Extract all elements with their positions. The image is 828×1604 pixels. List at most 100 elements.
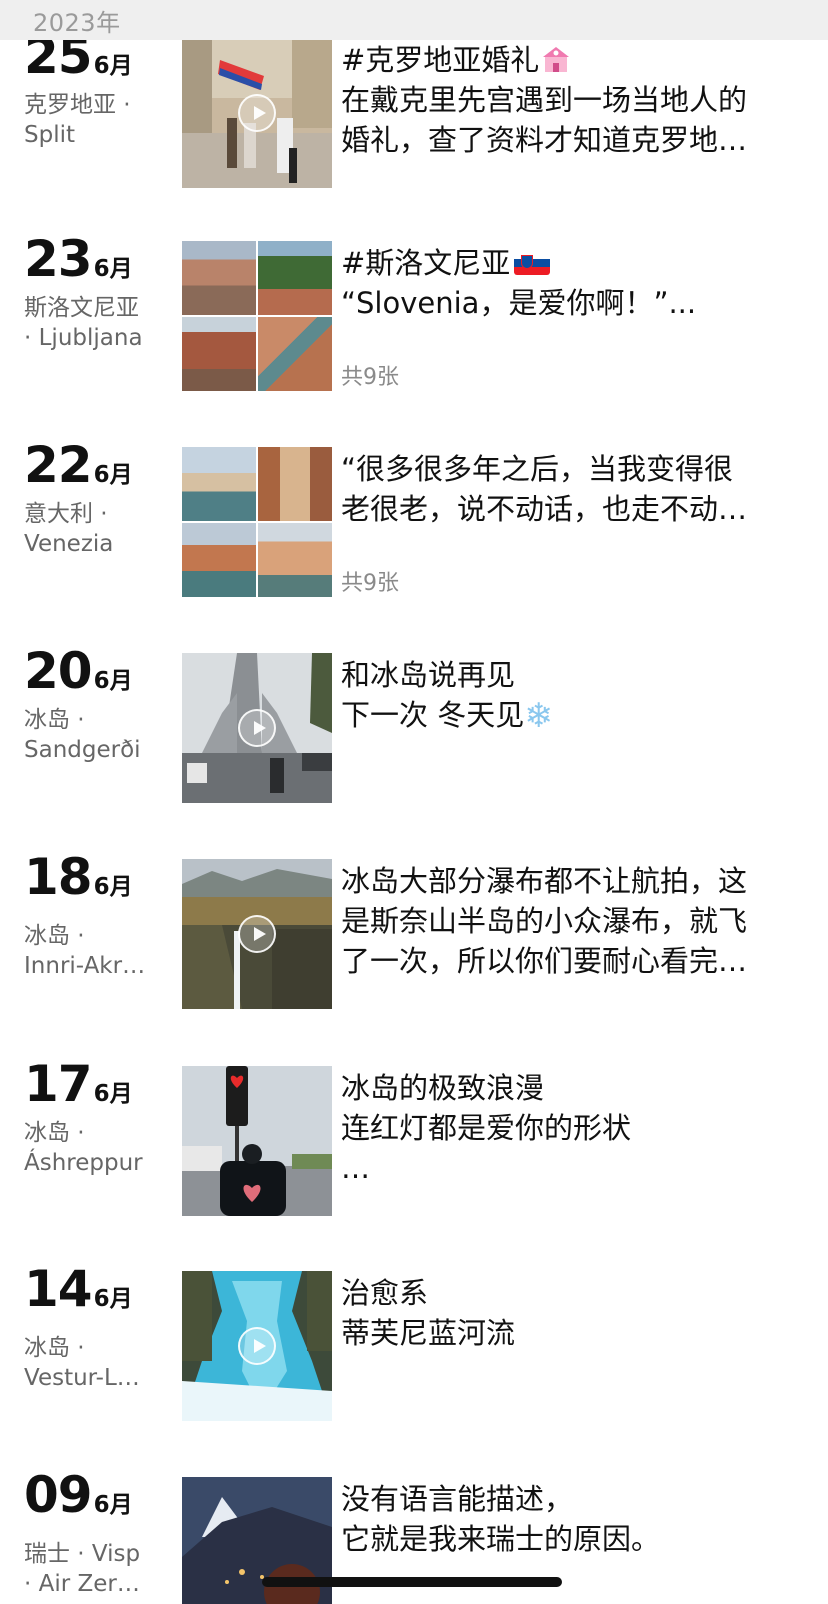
post-text: 治愈系 蒂芙尼蓝河流 <box>341 1273 801 1353</box>
location-line: Innri-Akr… <box>24 953 146 979</box>
post-item[interactable]: 256月 克罗地亚 · Split #克罗地亚婚礼 在戴克里先宫遇到一场当地人的… <box>0 27 828 188</box>
video-thumbnail[interactable] <box>182 38 332 188</box>
play-icon <box>238 94 276 132</box>
post-text: “很多很多年之后，当我变得很 老很老，说不动话，也走不动… <box>341 449 801 529</box>
post-month: 6月 <box>93 1081 133 1107</box>
year-header: 2023年 <box>0 0 828 40</box>
post-month: 6月 <box>93 462 133 488</box>
post-item[interactable]: 146月 冰岛 · Vestur-L… 治愈系 蒂芙尼蓝河流 <box>0 1260 828 1421</box>
post-item[interactable]: 206月 冰岛 · Sandgerði 和冰岛说再见 下一次 冬天见❄ <box>0 642 828 803</box>
text-line: 冰岛的极致浪漫 <box>341 1071 545 1105</box>
post-text: #斯洛文尼亚 “Slovenia，是爱你啊！”... <box>341 243 801 323</box>
text-line: 了一次，所以你们要耐心看完… <box>341 944 748 978</box>
text-line: 它就是我来瑞士的原因。 <box>341 1522 661 1556</box>
post-item[interactable]: 236月 斯洛文尼亚 · Ljubljana #斯洛文尼亚 “Slovenia，… <box>0 230 828 391</box>
photo-cell <box>258 523 332 597</box>
post-month: 6月 <box>93 256 133 282</box>
photo-cell <box>182 523 256 597</box>
text-line: 连红灯都是爱你的形状 <box>341 1111 632 1145</box>
post-date: 096月 <box>24 1465 133 1525</box>
photo-grid-thumbnail[interactable] <box>182 447 332 597</box>
video-thumbnail[interactable] <box>182 859 332 1009</box>
text-line: 治愈系 <box>341 1276 429 1310</box>
video-thumbnail[interactable] <box>182 653 332 803</box>
location-line: 冰岛 · <box>24 1335 85 1361</box>
text-line: … <box>341 1151 370 1185</box>
post-date: 176月 <box>24 1054 133 1114</box>
play-icon <box>238 709 276 747</box>
text-line: 在戴克里先宫遇到一场当地人的 <box>341 83 748 117</box>
snowflake-icon: ❄ <box>524 696 553 736</box>
location-line: Venezia <box>24 531 114 557</box>
post-location: 冰岛 · Vestur-L… <box>24 1333 164 1393</box>
location-line: · Ljubljana <box>24 325 143 351</box>
post-text: #克罗地亚婚礼 在戴克里先宫遇到一场当地人的 婚礼，查了资料才知道克罗地… <box>341 40 801 160</box>
post-location: 克罗地亚 · Split <box>24 90 164 150</box>
post-location: 瑞士 · Visp · Air Zer… <box>24 1539 164 1599</box>
location-line: 冰岛 · <box>24 1120 85 1146</box>
location-line: 冰岛 · <box>24 923 85 949</box>
text-line: “Slovenia，是爱你啊！”... <box>341 286 697 320</box>
post-item[interactable]: 226月 意大利 · Venezia “很多很多年之后，当我变得很 老很老，说不… <box>0 436 828 597</box>
text-line: 蒂芙尼蓝河流 <box>341 1316 516 1350</box>
post-text: 没有语言能描述， 它就是我来瑞士的原因。 <box>341 1479 801 1559</box>
post-date: 206月 <box>24 641 133 701</box>
post-month: 6月 <box>93 1492 133 1518</box>
post-item[interactable]: 186月 冰岛 · Innri-Akr… 冰岛大部分瀑布都不让航拍，这 是斯奈山… <box>0 848 828 1009</box>
video-thumbnail[interactable] <box>182 1271 332 1421</box>
post-item[interactable]: 176月 冰岛 · Áshreppur 冰岛的极致浪漫 连红灯都是爱你的形状 … <box>0 1055 828 1216</box>
post-location: 冰岛 · Sandgerði <box>24 705 164 765</box>
post-text: 冰岛的极致浪漫 连红灯都是爱你的形状 … <box>341 1068 801 1188</box>
photo-cell <box>182 317 256 391</box>
post-date: 186月 <box>24 847 133 907</box>
photo-count: 共9张 <box>341 365 399 390</box>
post-day: 18 <box>24 848 93 906</box>
location-line: 冰岛 · <box>24 707 85 733</box>
post-month: 6月 <box>93 1286 133 1312</box>
photo-count: 共9张 <box>341 571 399 596</box>
post-date: 236月 <box>24 229 133 289</box>
location-line: 瑞士 · Visp <box>24 1541 141 1567</box>
text-line: 没有语言能描述， <box>341 1482 574 1516</box>
text-line: 老很老，说不动话，也走不动… <box>341 492 748 526</box>
photo-cell <box>258 241 332 315</box>
post-day: 22 <box>24 436 93 494</box>
text-line: 冰岛大部分瀑布都不让航拍，这 <box>341 864 748 898</box>
year-label: 2023年 <box>33 9 121 37</box>
location-line: 意大利 · <box>24 501 108 527</box>
slovenia-flag-icon <box>514 251 551 275</box>
photo-cell <box>182 241 256 315</box>
post-day: 17 <box>24 1055 93 1113</box>
photo-thumbnail[interactable] <box>182 1066 332 1216</box>
text-line: “很多很多年之后，当我变得很 <box>341 452 734 486</box>
post-text: 和冰岛说再见 下一次 冬天见❄ <box>341 655 801 736</box>
post-location: 冰岛 · Áshreppur <box>24 1118 164 1178</box>
post-day: 14 <box>24 1260 93 1318</box>
play-icon <box>238 1327 276 1365</box>
photo-cell <box>258 317 332 391</box>
post-day: 23 <box>24 230 93 288</box>
post-location: 意大利 · Venezia <box>24 499 164 559</box>
house-with-heart-icon <box>543 47 570 72</box>
post-month: 6月 <box>93 874 133 900</box>
location-line: Sandgerði <box>24 737 141 763</box>
location-line: 克罗地亚 · <box>24 92 131 118</box>
text-line: 下一次 冬天见 <box>341 698 525 732</box>
post-day: 09 <box>24 1466 93 1524</box>
moments-album-page: 2023年 256月 克罗地亚 · Split #克罗地亚婚礼 在戴克里先宫遇到… <box>0 0 828 1604</box>
location-line: Vestur-L… <box>24 1365 140 1391</box>
text-line: 婚礼，查了资料才知道克罗地… <box>341 123 748 157</box>
text-line: 是斯奈山半岛的小众瀑布，就飞 <box>341 904 748 938</box>
post-location: 冰岛 · Innri-Akr… <box>24 921 164 981</box>
location-line: · Air Zer… <box>24 1571 140 1597</box>
text-line: #克罗地亚婚礼 <box>341 43 540 77</box>
location-line: Split <box>24 122 75 148</box>
heart-traffic-light-photo <box>182 1066 332 1216</box>
photo-cell <box>258 447 332 521</box>
photo-grid-thumbnail[interactable] <box>182 241 332 391</box>
location-line: 斯洛文尼亚 <box>24 295 139 321</box>
play-icon <box>238 915 276 953</box>
post-location: 斯洛文尼亚 · Ljubljana <box>24 293 164 353</box>
location-line: Áshreppur <box>24 1150 143 1176</box>
photo-cell <box>182 447 256 521</box>
